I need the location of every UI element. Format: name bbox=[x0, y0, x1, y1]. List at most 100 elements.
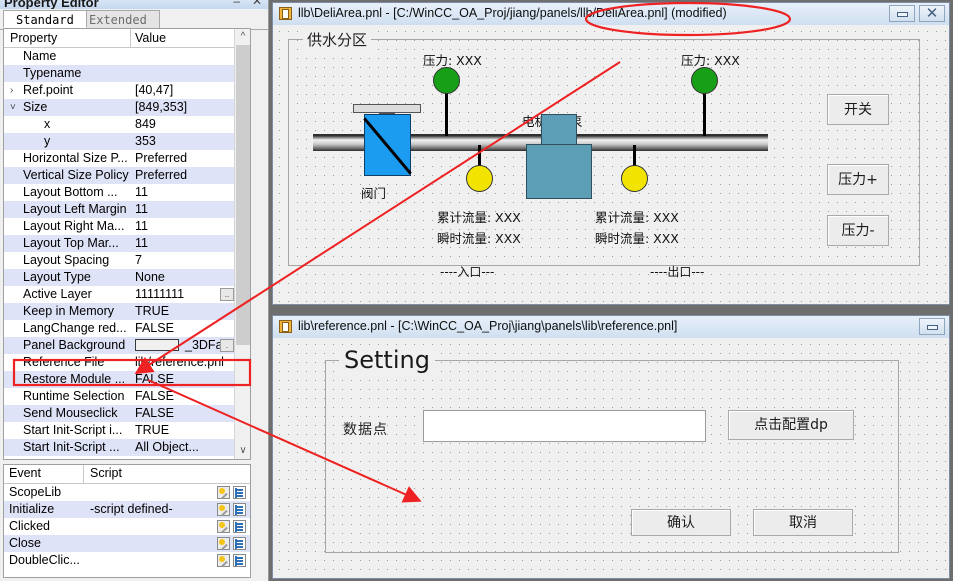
events-rows: ScopeLib Initialize -script defined- Clicke… bbox=[4, 484, 250, 569]
property-row[interactable]: Name bbox=[4, 48, 236, 65]
script-editor-icon[interactable] bbox=[233, 486, 246, 499]
events-panel[interactable]: Event Script ScopeLib Initialize -script d… bbox=[3, 464, 251, 578]
property-editor-close-icon[interactable]: ✕ bbox=[252, 0, 262, 8]
property-row[interactable]: Send Mouseclick FALSE bbox=[4, 405, 236, 422]
window-reference-minimize-button[interactable] bbox=[919, 318, 945, 335]
event-name: Close bbox=[9, 536, 41, 550]
property-value: 11 bbox=[135, 219, 148, 233]
configure-dp-button[interactable]: 点击配置dp bbox=[728, 410, 854, 440]
script-editor-icon[interactable] bbox=[233, 520, 246, 533]
event-row[interactable]: ScopeLib bbox=[4, 484, 250, 501]
property-row[interactable]: ˅ Size [849,353] bbox=[4, 99, 236, 116]
property-row[interactable]: Layout Top Mar... 11 bbox=[4, 235, 236, 252]
pressure-gauge-right[interactable] bbox=[691, 67, 718, 94]
property-row[interactable]: Layout Bottom ... 11 bbox=[4, 184, 236, 201]
property-name: Active Layer bbox=[23, 287, 92, 301]
event-name: DoubleClic... bbox=[9, 553, 80, 567]
event-row[interactable]: Close bbox=[4, 535, 250, 552]
scrollbar-thumb[interactable] bbox=[236, 45, 250, 345]
flow-gauge-right[interactable] bbox=[621, 165, 648, 192]
button-pressure-up[interactable]: 压力+ bbox=[827, 164, 889, 195]
property-row[interactable]: Layout Type None bbox=[4, 269, 236, 286]
window-deliarea-minimize-button[interactable] bbox=[889, 5, 915, 22]
property-row[interactable]: Vertical Size Policy Preferred bbox=[4, 167, 236, 184]
property-row[interactable]: Layout Spacing 7 bbox=[4, 252, 236, 269]
property-value: 11 bbox=[135, 202, 148, 216]
confirm-button[interactable]: 确认 bbox=[631, 509, 731, 536]
window-deliarea-titlebar[interactable]: llb\DeliArea.pnl - [C:/WinCC_OA_Proj/jia… bbox=[273, 3, 949, 26]
property-name: Start Init-Script i... bbox=[23, 423, 123, 437]
button-pressure-down[interactable]: 压力- bbox=[827, 215, 889, 246]
scroll-up-arrow-icon[interactable]: ^ bbox=[235, 29, 250, 45]
property-row[interactable]: Panel Background _3DFace. bbox=[4, 337, 236, 354]
expand-toggle-icon[interactable]: › bbox=[10, 82, 20, 99]
events-header: Event Script bbox=[4, 465, 250, 484]
pressure-gauge-left[interactable] bbox=[433, 67, 460, 94]
window-deliarea-close-button[interactable]: ✕ bbox=[919, 4, 945, 22]
pressure-left-label: 压力: XXX bbox=[423, 53, 482, 68]
property-row[interactable]: Reference File lib/reference.pnl bbox=[4, 354, 236, 371]
property-name: Reference File bbox=[23, 355, 105, 369]
script-editor-icon[interactable] bbox=[233, 554, 246, 567]
column-header-value: Value bbox=[135, 31, 167, 45]
magic-wand-icon[interactable] bbox=[217, 503, 230, 517]
event-row[interactable]: Clicked bbox=[4, 518, 250, 535]
tab-extended[interactable]: Extended bbox=[76, 10, 160, 28]
property-row[interactable]: Typename bbox=[4, 65, 236, 82]
button-switch[interactable]: 开关 bbox=[827, 94, 889, 125]
script-editor-icon[interactable] bbox=[233, 503, 246, 516]
magic-wand-icon[interactable] bbox=[217, 520, 230, 534]
property-row[interactable]: Horizontal Size P... Preferred bbox=[4, 150, 236, 167]
property-row[interactable]: Keep in Memory TRUE bbox=[4, 303, 236, 320]
property-editor-ellipsis-button[interactable]: . bbox=[220, 339, 234, 352]
property-editor-minimize-icon[interactable]: – bbox=[233, 0, 240, 8]
property-name: Size bbox=[23, 100, 48, 114]
pump-base[interactable] bbox=[526, 144, 592, 199]
script-editor-icon[interactable] bbox=[233, 537, 246, 550]
property-row[interactable]: Layout Right Ma... 11 bbox=[4, 218, 236, 235]
property-row[interactable]: Runtime Selection FALSE bbox=[4, 388, 236, 405]
property-name: y bbox=[44, 134, 51, 148]
column-divider bbox=[83, 465, 84, 483]
window-reference-titlebar[interactable]: lib\reference.pnl - [C:\WinCC_OA_Proj\ji… bbox=[273, 316, 949, 339]
event-name: Clicked bbox=[9, 519, 50, 533]
property-value: None bbox=[135, 270, 165, 284]
property-row[interactable]: Start Init-Script ... All Object... bbox=[4, 439, 236, 456]
scroll-down-arrow-icon[interactable]: ∨ bbox=[235, 443, 250, 459]
datapoint-input[interactable] bbox=[423, 410, 706, 442]
property-grid[interactable]: Property Value Name Typename › Ref.point [40… bbox=[3, 28, 251, 460]
cancel-button[interactable]: 取消 bbox=[753, 509, 853, 536]
property-name: LangChange red... bbox=[23, 321, 127, 335]
window-deliarea: llb\DeliArea.pnl - [C:/WinCC_OA_Proj/jia… bbox=[272, 2, 950, 305]
pressure-right-label: 压力: XXX bbox=[681, 53, 740, 68]
property-name: Keep in Memory bbox=[23, 304, 115, 318]
property-name: Send Mouseclick bbox=[23, 406, 118, 420]
property-row[interactable]: Start Init-Script i... TRUE bbox=[4, 422, 236, 439]
event-row[interactable]: DoubleClic... bbox=[4, 552, 250, 569]
flow-gauge-left[interactable] bbox=[466, 165, 493, 192]
column-header-event: Event bbox=[9, 466, 41, 480]
property-row[interactable]: › Ref.point [40,47] bbox=[4, 82, 236, 99]
property-row[interactable]: x 849 bbox=[4, 116, 236, 133]
magic-wand-icon[interactable] bbox=[217, 486, 230, 500]
valve-body[interactable] bbox=[363, 114, 412, 176]
minimize-icon bbox=[927, 325, 938, 330]
color-swatch[interactable] bbox=[135, 339, 179, 351]
property-value: TRUE bbox=[135, 304, 170, 318]
property-row[interactable]: y 353 bbox=[4, 133, 236, 150]
magic-wand-icon[interactable] bbox=[217, 554, 230, 568]
reference-canvas[interactable]: Setting 数据点 点击配置dp 确认 取消 bbox=[273, 338, 949, 578]
magic-wand-icon[interactable] bbox=[217, 537, 230, 551]
property-editor-ellipsis-button[interactable]: .. bbox=[220, 288, 234, 301]
property-row[interactable]: LangChange red... FALSE bbox=[4, 320, 236, 337]
property-value: FALSE bbox=[135, 372, 174, 386]
property-grid-scrollbar[interactable]: ^ ∨ bbox=[234, 29, 250, 459]
event-name: Initialize bbox=[9, 502, 55, 516]
expand-toggle-icon[interactable]: ˅ bbox=[10, 99, 20, 116]
property-row[interactable]: Active Layer 11111111.. bbox=[4, 286, 236, 303]
deliarea-canvas[interactable]: 供水分区 阀门 压力: XXX 累计流量: XXX 瞬时流量: XXX ----… bbox=[273, 25, 949, 304]
tab-standard[interactable]: Standard bbox=[3, 10, 87, 28]
property-row[interactable]: Layout Left Margin 11 bbox=[4, 201, 236, 218]
event-row[interactable]: Initialize -script defined- bbox=[4, 501, 250, 518]
property-row[interactable]: Restore Module ... FALSE bbox=[4, 371, 236, 388]
